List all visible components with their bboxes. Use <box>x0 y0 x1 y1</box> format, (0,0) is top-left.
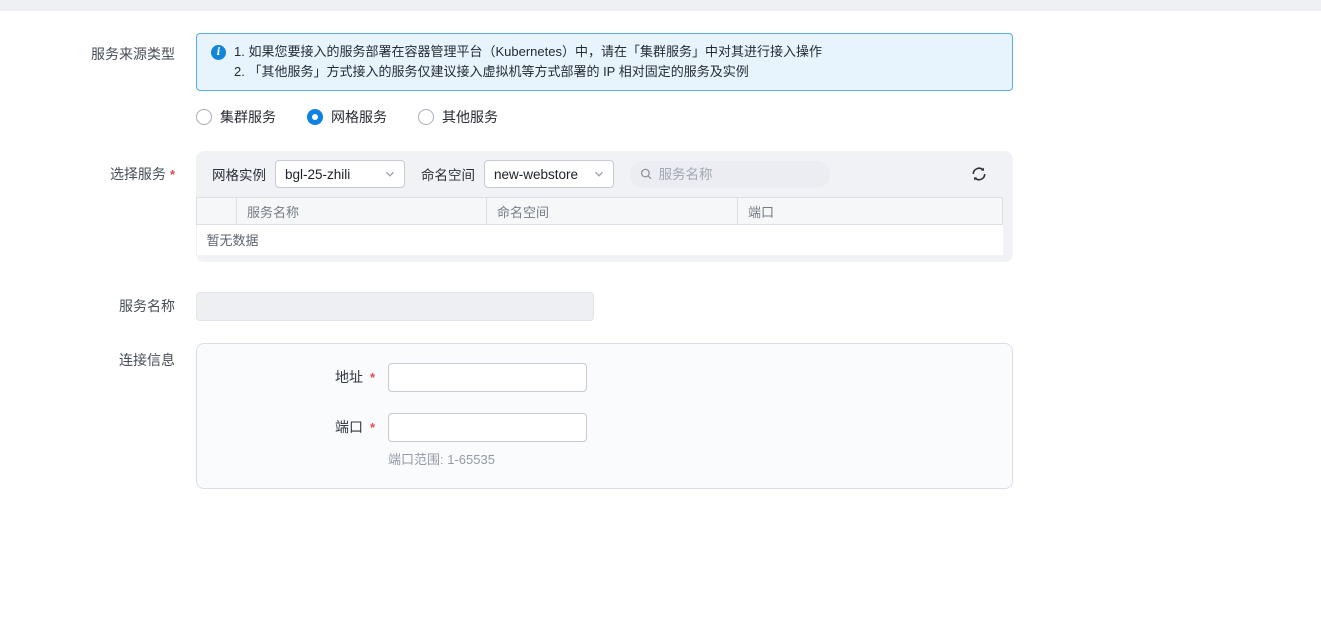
search-icon <box>640 167 653 181</box>
required-mark: * <box>170 167 175 182</box>
service-search-input[interactable] <box>659 167 820 182</box>
service-access-form: 服务来源类型 i 1. 如果您要接入的服务部署在容器管理平台（Kubernete… <box>0 33 1321 489</box>
alert-line-2: 2. 「其他服务」方式接入的服务仅建议接入虚拟机等方式部署的 IP 相对固定的服… <box>234 62 822 82</box>
namespace-label: 命名空间 <box>421 164 475 184</box>
alert-line-1: 1. 如果您要接入的服务部署在容器管理平台（Kubernetes）中，请在「集群… <box>234 42 822 62</box>
refresh-icon <box>970 165 988 183</box>
address-input[interactable] <box>388 363 587 392</box>
radio-circle[interactable] <box>196 109 212 125</box>
radio-label: 其他服务 <box>442 107 498 127</box>
empty-row: 暂无数据 <box>197 225 1003 255</box>
form-row-connection-info: 连接信息 地址 * 端口 * 端口范围: 1-65535 <box>0 343 1321 489</box>
form-row-source-type: 服务来源类型 i 1. 如果您要接入的服务部署在容器管理平台（Kubernete… <box>0 33 1321 126</box>
required-mark: * <box>370 413 378 468</box>
service-name-label: 服务名称 <box>0 292 175 321</box>
connection-info-panel: 地址 * 端口 * 端口范围: 1-65535 <box>196 343 1013 489</box>
mesh-instance-value: bgl-25-zhili <box>285 167 350 182</box>
chevron-down-icon <box>384 168 396 180</box>
select-service-panel: 网格实例 bgl-25-zhili 命名空间 new-webstore <box>196 151 1013 262</box>
radio-mesh-service[interactable]: 网格服务 <box>307 107 387 127</box>
column-header-port: 端口 <box>738 198 1003 225</box>
service-table: 服务名称 命名空间 端口 暂无数据 <box>196 197 1003 255</box>
radio-circle[interactable] <box>418 109 434 125</box>
radio-other-service[interactable]: 其他服务 <box>418 107 498 127</box>
refresh-button[interactable] <box>968 163 990 185</box>
namespace-select[interactable]: new-webstore <box>484 160 614 188</box>
service-name-input <box>196 292 594 321</box>
info-alert: i 1. 如果您要接入的服务部署在容器管理平台（Kubernetes）中，请在「… <box>196 33 1013 91</box>
top-header-strip <box>0 0 1321 11</box>
service-search-box[interactable] <box>630 161 830 188</box>
source-type-label: 服务来源类型 <box>0 33 175 126</box>
select-column-header <box>197 198 237 225</box>
connection-info-label: 连接信息 <box>0 343 175 489</box>
port-input[interactable] <box>388 413 587 442</box>
namespace-value: new-webstore <box>494 167 578 182</box>
empty-state-text: 暂无数据 <box>197 225 1003 255</box>
port-label: 端口 <box>197 413 363 468</box>
required-mark: * <box>370 363 378 392</box>
service-table-header-row: 服务名称 命名空间 端口 <box>197 198 1003 225</box>
mesh-instance-select[interactable]: bgl-25-zhili <box>275 160 405 188</box>
source-type-radio-group: 集群服务 网格服务 其他服务 <box>196 108 1013 126</box>
port-range-hint: 端口范围: 1-65535 <box>388 449 587 468</box>
form-row-service-name: 服务名称 <box>0 292 1321 321</box>
port-field-row: 端口 * 端口范围: 1-65535 <box>197 413 1012 468</box>
radio-cluster-service[interactable]: 集群服务 <box>196 107 276 127</box>
radio-label: 网格服务 <box>331 107 387 127</box>
column-header-namespace: 命名空间 <box>487 198 738 225</box>
column-header-service-name: 服务名称 <box>237 198 487 225</box>
radio-circle[interactable] <box>307 109 323 125</box>
mesh-instance-label: 网格实例 <box>212 164 266 184</box>
chevron-down-icon <box>593 168 605 180</box>
select-service-label: 选择服务* <box>0 151 175 262</box>
address-label: 地址 <box>197 363 363 392</box>
info-icon: i <box>211 45 226 60</box>
form-row-select-service: 选择服务* 网格实例 bgl-25-zhili 命名空间 new-webstor… <box>0 151 1321 262</box>
address-field-row: 地址 * <box>197 363 1012 392</box>
radio-label: 集群服务 <box>220 107 276 127</box>
service-filter-toolbar: 网格实例 bgl-25-zhili 命名空间 new-webstore <box>196 160 1003 188</box>
